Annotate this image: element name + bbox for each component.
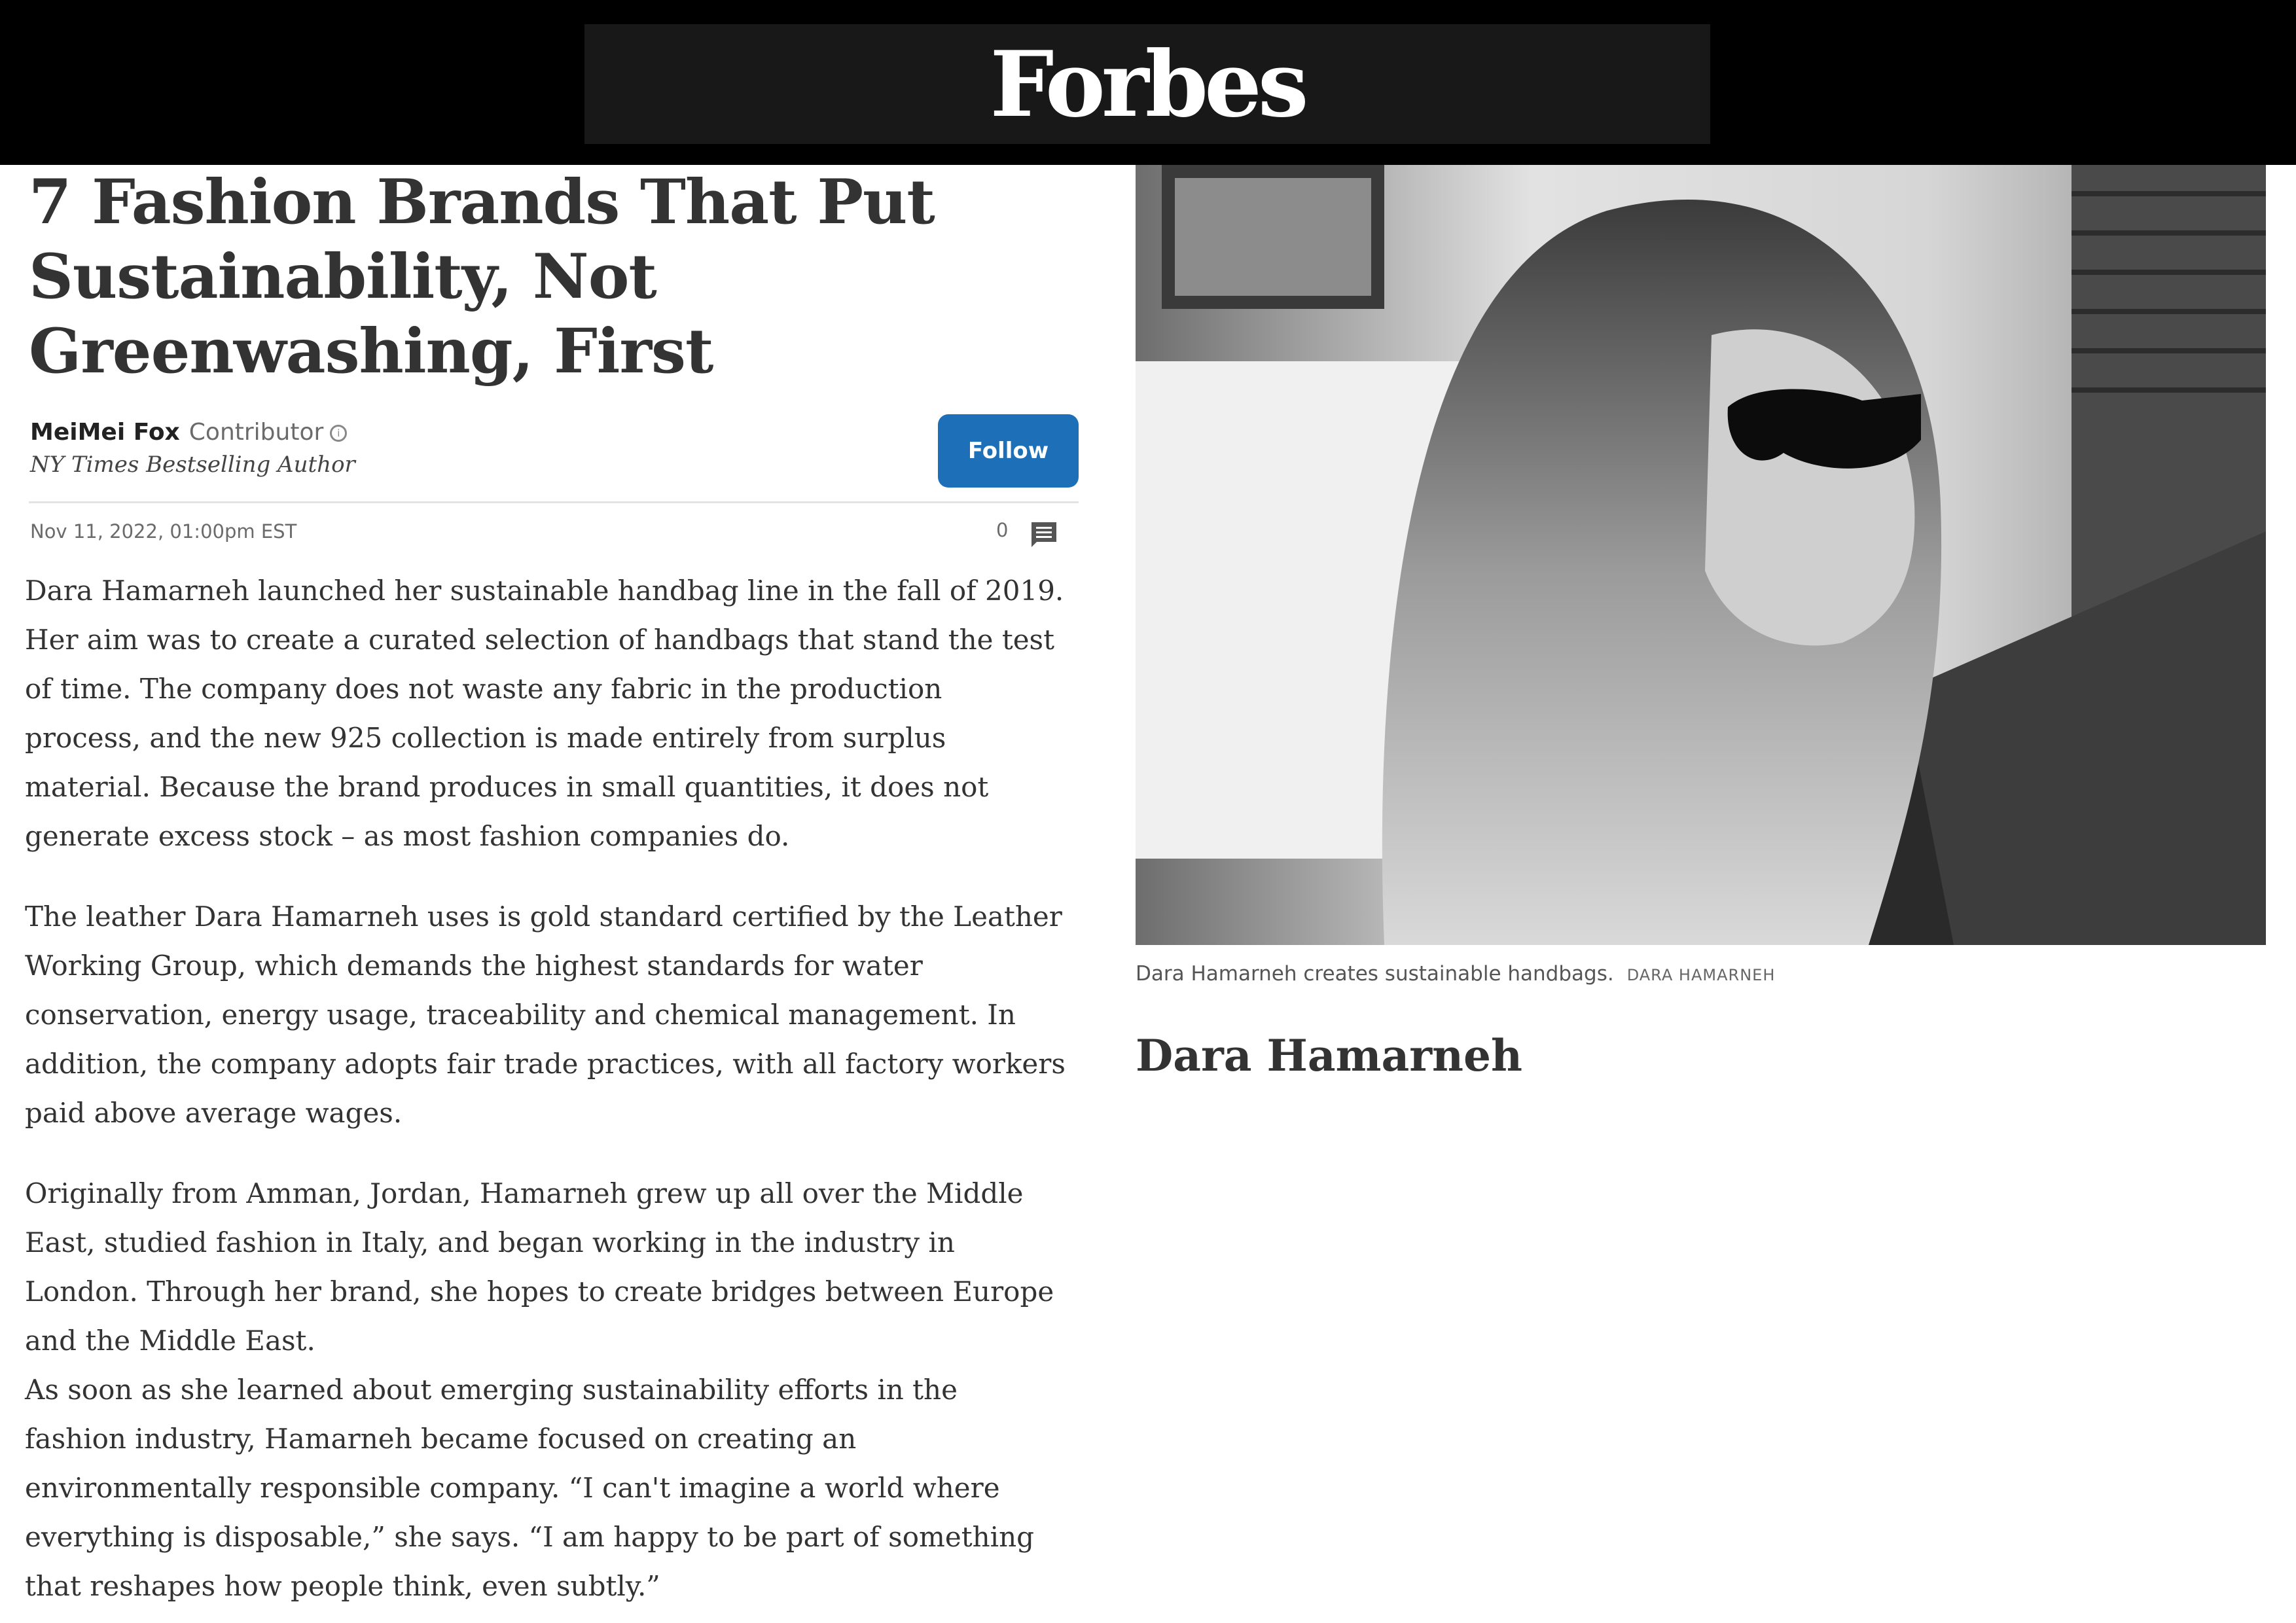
site-header: Forbes [0,0,2296,165]
byline-divider [29,501,1079,503]
publish-date: Nov 11, 2022, 01:00pm EST [30,520,297,543]
comment-icon[interactable] [1029,520,1059,550]
caption-text: Dara Hamarneh creates sustainable handba… [1136,962,1614,986]
article-paragraph: Dara Hamarneh launched her sustainable h… [25,575,1064,852]
forbes-logo[interactable]: Forbes [584,24,1710,144]
article-paragraph: Originally from Amman, Jordan, Hamarneh … [25,1177,1054,1357]
article-paragraph: The leather Dara Hamarneh uses is gold s… [25,901,1066,1129]
author-line: MeiMei Fox Contributor i [30,418,348,448]
article-body: Dara Hamarneh launched her sustainable h… [25,566,1066,1611]
article-paragraph: As soon as she learned about emerging su… [25,1374,1035,1602]
article-photo[interactable] [1136,165,2266,945]
author-title: NY Times Bestselling Author [30,452,355,478]
author-name[interactable]: MeiMei Fox [30,419,180,446]
photo-credit: DARA HAMARNEH [1626,966,1776,984]
follow-button[interactable]: Follow [938,414,1079,488]
article-headline: 7 Fashion Brands That Put Sustainability… [29,166,935,387]
photo-caption: Dara Hamarneh creates sustainable handba… [1136,959,1775,990]
author-role: Contributor [188,419,324,446]
logo-text: Forbes [990,30,1308,137]
comment-count[interactable]: 0 [996,517,1008,543]
section-heading: Dara Hamarneh [1136,1030,1522,1081]
info-icon[interactable]: i [330,425,348,442]
portrait-image [1136,165,2266,945]
